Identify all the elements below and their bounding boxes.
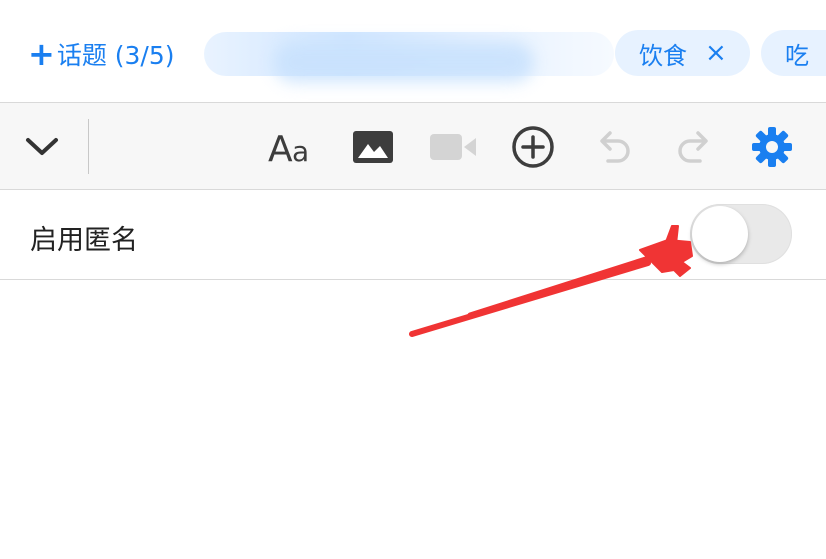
add-topic-label: 话题 (3/5)	[56, 41, 175, 70]
topic-tag-yinshi[interactable]: 饮食 ×	[615, 30, 750, 76]
anonymous-toggle[interactable]	[690, 204, 792, 264]
anonymous-label: 启用匿名	[30, 225, 138, 256]
blurred-topic-tag	[204, 28, 614, 94]
topic-tag-chi[interactable]: 吃	[761, 30, 826, 76]
add-circle-icon[interactable]	[509, 125, 557, 169]
undo-icon	[592, 125, 636, 169]
image-icon[interactable]	[351, 125, 395, 169]
font-size-icon[interactable]: A a	[268, 125, 318, 169]
svg-text:a: a	[292, 135, 309, 167]
toggle-knob	[692, 206, 748, 262]
settings-icon[interactable]	[750, 125, 794, 169]
redo-icon	[672, 125, 716, 169]
topic-tag-label: 饮食	[639, 41, 687, 70]
topic-tag-label: 吃	[785, 41, 809, 70]
toolbar-separator	[88, 119, 89, 174]
topic-bar: + 话题 (3/5) 饮食 × 吃	[0, 0, 826, 102]
editor-toolbar: A a	[0, 103, 826, 189]
svg-text:A: A	[268, 129, 293, 167]
chevron-down-icon[interactable]	[20, 125, 64, 169]
remove-tag-icon[interactable]: ×	[705, 38, 727, 68]
anonymous-setting-row: 启用匿名	[0, 190, 826, 279]
divider	[0, 279, 826, 280]
plus-icon: +	[28, 35, 55, 73]
video-icon	[428, 125, 478, 169]
add-topic-button[interactable]: + 话题 (3/5)	[28, 34, 175, 74]
